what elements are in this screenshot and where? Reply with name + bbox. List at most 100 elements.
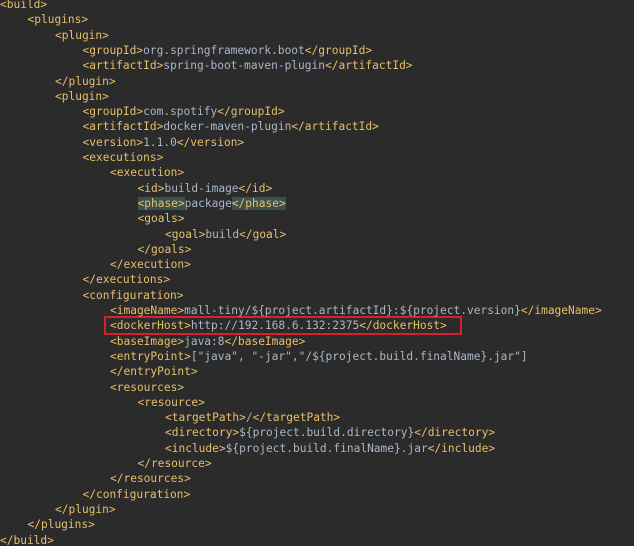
xml-open-tag: </execution> [110, 258, 191, 272]
xml-close-tag: </imageName> [520, 304, 602, 317]
code-line: </plugin> [55, 502, 116, 517]
xml-open-tag: <resources> [110, 380, 185, 394]
xml-open-tag: <version> [82, 135, 144, 149]
xml-open-tag: </goals> [137, 242, 192, 256]
xml-text: ${project.build.finalName}.jar [225, 441, 428, 455]
xml-open-tag: <execution> [110, 166, 185, 180]
code-line: <goal>build</goal> [165, 227, 286, 242]
xml-text: mall-tiny/${project.artifactId}:${projec… [184, 304, 521, 317]
xml-text: com.spotify [143, 105, 218, 119]
code-line: <resources> [110, 380, 184, 395]
code-line: <resource> [138, 395, 205, 410]
xml-close-tag: </include> [427, 441, 496, 455]
code-line: <dockerHost>http://192.168.6.132:2375</d… [110, 318, 447, 333]
code-line: </execution> [110, 257, 191, 272]
xml-close-tag: </baseImage> [224, 334, 306, 348]
xml-close-tag: </groupId> [304, 43, 373, 57]
code-line: <baseImage>java:8</baseImage> [110, 334, 305, 349]
xml-open-tag: </plugin> [55, 502, 116, 516]
xml-open-tag: <goal> [165, 227, 206, 241]
xml-open-tag: <groupId> [82, 43, 144, 57]
xml-open-tag: </plugin> [55, 74, 116, 88]
xml-open-tag: </entryPoint> [110, 365, 198, 379]
xml-text: http://192.168.6.132:2375 [190, 319, 360, 333]
code-line: <configuration> [83, 288, 184, 303]
code-line: <directory>${project.build.directory}</d… [165, 425, 495, 440]
code-line: <plugin> [55, 89, 109, 104]
xml-open-tag: <phase> [137, 196, 185, 210]
code-line: <build> [0, 0, 47, 12]
code-line: </configuration> [83, 487, 191, 502]
xml-text: ["java", "-jar","/${project.build.finalN… [190, 349, 528, 363]
code-line: </resources> [110, 471, 191, 486]
code-line: <plugin> [55, 28, 109, 43]
code-line: </resource> [138, 456, 212, 471]
xml-close-tag: </targetPath> [252, 411, 341, 425]
xml-open-tag: <plugin> [55, 89, 109, 103]
xml-text: / [245, 411, 253, 425]
code-line: </build> [0, 533, 54, 546]
xml-close-tag: </phase> [231, 196, 286, 210]
code-line: </executions> [83, 272, 171, 287]
code-line: <groupId>org.springframework.boot</group… [83, 43, 373, 58]
xml-open-tag: <artifactId> [82, 120, 164, 134]
xml-open-tag: <artifactId> [82, 59, 164, 73]
code-line: <entryPoint>["java", "-jar","/${project.… [110, 349, 528, 364]
xml-text: ${project.build.directory} [239, 426, 415, 440]
code-line: <groupId>com.spotify</groupId> [83, 104, 285, 119]
xml-open-tag: <plugins> [27, 13, 89, 27]
code-line: </plugins> [28, 517, 95, 532]
xml-open-tag: </resource> [137, 457, 212, 470]
code-line: <phase>package</phase> [137, 196, 286, 211]
xml-open-tag: <baseImage> [110, 334, 185, 348]
xml-open-tag: <id> [137, 181, 165, 195]
code-line: <imageName>mall-tiny/${project.artifactI… [110, 303, 602, 318]
xml-open-tag: </plugins> [27, 518, 95, 532]
xml-open-tag: <include> [165, 441, 226, 455]
xml-open-tag: <directory> [165, 426, 240, 440]
xml-open-tag: <resource> [137, 395, 205, 409]
xml-text: package [184, 196, 232, 210]
xml-close-tag: </id> [238, 181, 273, 195]
code-line: <id>build-image</id> [138, 181, 273, 196]
code-line: </entryPoint> [110, 364, 198, 379]
code-line: <include>${project.build.finalName}.jar<… [165, 441, 495, 456]
xml-text: build [205, 227, 240, 241]
xml-close-tag: </groupId> [217, 105, 285, 119]
code-line: <goals> [138, 211, 185, 226]
xml-text: 1.1.0 [143, 135, 177, 149]
xml-text: build-image [164, 181, 239, 195]
code-line: <version>1.1.0</version> [83, 135, 245, 150]
xml-open-tag: <configuration> [82, 288, 184, 302]
code-line: </goals> [138, 242, 192, 257]
xml-open-tag: <imageName> [110, 304, 185, 317]
xml-text: java:8 [184, 334, 225, 348]
xml-close-tag: </artifactId> [324, 59, 413, 73]
xml-close-tag: </goal> [239, 227, 287, 241]
xml-text: spring-boot-maven-plugin [163, 59, 325, 73]
xml-open-tag: <targetPath> [165, 411, 246, 425]
xml-text: docker-maven-plugin [163, 120, 292, 134]
xml-open-tag: <dockerHost> [110, 319, 191, 333]
xml-close-tag: </dockerHost> [359, 319, 447, 333]
xml-close-tag: </artifactId> [291, 120, 379, 134]
code-line: <executions> [83, 150, 164, 165]
xml-open-tag: </build> [0, 533, 54, 546]
code-line: </plugin> [55, 74, 116, 89]
code-line: <plugins> [28, 12, 89, 27]
xml-open-tag: <groupId> [82, 105, 144, 119]
xml-close-tag: </directory> [414, 426, 496, 440]
xml-close-tag: </version> [176, 135, 245, 149]
code-editor[interactable]: <build> <plugins> <plugin> <groupId>org.spr… [0, 0, 634, 546]
xml-open-tag: <goals> [137, 212, 185, 226]
xml-open-tag: <executions> [82, 151, 164, 164]
xml-open-tag: <build> [0, 0, 48, 11]
code-line: <targetPath>/</targetPath> [165, 410, 340, 425]
xml-open-tag: </configuration> [82, 487, 191, 501]
code-line: <artifactId>spring-boot-maven-plugin</ar… [83, 58, 413, 73]
xml-open-tag: <entryPoint> [110, 349, 191, 363]
xml-text: org.springframework.boot [143, 43, 305, 57]
xml-open-tag: <plugin> [55, 28, 109, 42]
code-line: <artifactId>docker-maven-plugin</artifac… [83, 119, 379, 134]
code-line: <execution> [110, 165, 184, 180]
